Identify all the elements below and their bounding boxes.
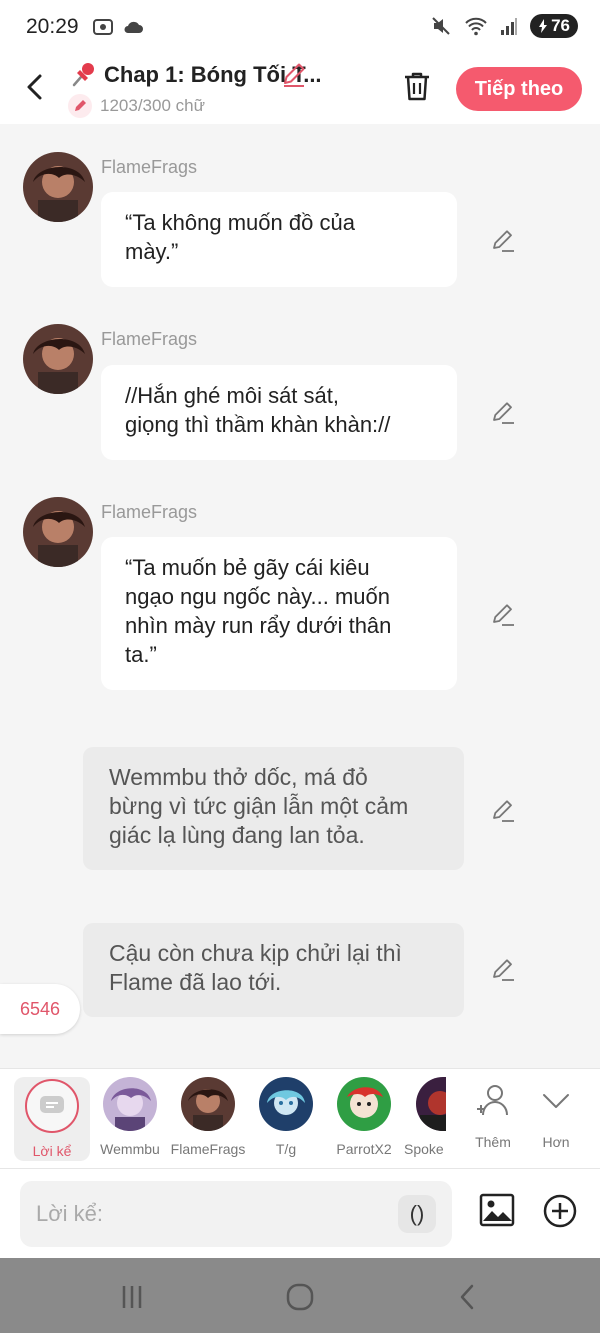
system-navigation-bar	[0, 1258, 600, 1333]
narration-line: giác lạ lùng đang lan tỏa.	[109, 822, 365, 848]
status-time: 20:29	[26, 15, 79, 38]
message-line: giọng thì thầm khàn khàn://	[125, 412, 391, 437]
narration-input-box[interactable]: ()	[20, 1181, 452, 1247]
character-label: Wemmbu	[100, 1141, 160, 1157]
message-bubble[interactable]: “Ta không muốn đồ của mày.”	[101, 192, 457, 287]
message-line: ngạo ngu ngốc này... muốn	[125, 584, 391, 609]
image-icon[interactable]	[478, 1191, 516, 1229]
pushpin-icon	[72, 63, 94, 87]
sender-name: FlameFrags	[101, 502, 198, 522]
edit-message-pencil-icon[interactable]	[490, 399, 516, 425]
chapter-title-row: Chap 1: Bóng Tối T...	[68, 60, 368, 90]
character-label: Lời kể	[32, 1143, 72, 1159]
avatar-tg	[259, 1077, 313, 1131]
battery-icon: 76	[530, 14, 578, 38]
avatar-flamefrags[interactable]	[23, 324, 93, 394]
narrator-icon	[25, 1079, 79, 1133]
narration-bubble[interactable]: Cậu còn chưa kịp chửi lại thì Flame đã l…	[83, 923, 464, 1017]
avatar-parrotx2	[337, 1077, 391, 1131]
avatar-flamefrags[interactable]	[23, 497, 93, 567]
plus-circle-icon[interactable]	[542, 1193, 578, 1229]
message-line: “Ta không muốn đồ của	[125, 210, 355, 235]
chat-area[interactable]: FlameFrags “Ta không muốn đồ của mày.” F…	[0, 124, 600, 1068]
narration-line: Wemmbu thở dốc, má đỏ	[109, 764, 368, 790]
signal-icon	[501, 18, 518, 35]
character-spoke[interactable]: Spoke	[404, 1077, 446, 1161]
character-selector-bar: Lời kể Wemmbu FlameFrags T/g ParrotX2 Sp…	[0, 1068, 600, 1168]
screenshot-icon	[93, 19, 113, 35]
narration-line: bừng vì tức giận lẫn một cảm	[109, 793, 409, 819]
narration-input[interactable]	[36, 1195, 386, 1233]
avatar-flamefrags	[181, 1077, 235, 1131]
edit-title-pencil-icon[interactable]	[280, 60, 308, 88]
add-person-icon	[477, 1085, 508, 1116]
message-line: nhìn mày run rẩy dưới thân	[125, 613, 392, 638]
word-count: 1203/300 chữ	[100, 96, 205, 115]
back-arrow-icon[interactable]	[20, 70, 50, 104]
chapter-header: Chap 1: Bóng Tối T... 1203/300 chữ Tiếp …	[0, 56, 600, 124]
edit-narration-pencil-icon[interactable]	[490, 797, 516, 823]
battery-level: 76	[551, 16, 570, 35]
mute-icon	[432, 17, 450, 35]
character-narrator[interactable]: Lời kể	[14, 1077, 90, 1161]
parentheses-button[interactable]: ()	[398, 1195, 436, 1233]
character-label: ParrotX2	[336, 1141, 392, 1157]
sender-name: FlameFrags	[101, 157, 198, 177]
edit-message-pencil-icon[interactable]	[490, 601, 516, 627]
avatar-flamefrags[interactable]	[23, 152, 93, 222]
message-line: ta.”	[125, 642, 157, 667]
character-label: Spoke	[404, 1141, 444, 1157]
narration-bubble[interactable]: Wemmbu thở dốc, má đỏ bừng vì tức giận l…	[83, 747, 464, 870]
message-line: “Ta muốn bẻ gãy cái kiêu	[125, 555, 370, 580]
character-label: FlameFrags	[170, 1141, 246, 1157]
chevron-down-icon	[543, 1094, 569, 1108]
avatar-spoke	[416, 1077, 446, 1131]
next-button[interactable]: Tiếp theo	[456, 67, 582, 111]
character-counter[interactable]: 6546	[0, 984, 80, 1034]
trash-icon[interactable]	[402, 70, 432, 102]
recent-apps-icon[interactable]	[117, 1282, 147, 1312]
sender-name: FlameFrags	[101, 329, 198, 349]
status-bar: 20:29 76	[0, 0, 600, 56]
add-character-button[interactable]: Thêm	[463, 1081, 523, 1150]
add-label: Thêm	[475, 1134, 511, 1150]
character-tg[interactable]: T/g	[248, 1077, 324, 1161]
character-parrotx2[interactable]: ParrotX2	[326, 1077, 402, 1161]
word-count-pencil-icon	[68, 94, 92, 118]
edit-narration-pencil-icon[interactable]	[490, 956, 516, 982]
character-label: T/g	[275, 1141, 297, 1157]
composer-bar: ()	[0, 1168, 600, 1258]
message-line: mày.”	[125, 239, 179, 264]
more-label: Hơn	[542, 1134, 570, 1150]
system-back-icon[interactable]	[453, 1282, 483, 1312]
character-wemmbu[interactable]: Wemmbu	[92, 1077, 168, 1161]
edit-message-pencil-icon[interactable]	[490, 227, 516, 253]
narration-line: Flame đã lao tới.	[109, 969, 282, 995]
character-flamefrags[interactable]: FlameFrags	[170, 1077, 246, 1161]
home-icon[interactable]	[285, 1282, 315, 1312]
message-line: //Hắn ghé môi sát sát,	[125, 383, 339, 408]
message-bubble[interactable]: “Ta muốn bẻ gãy cái kiêu ngạo ngu ngốc n…	[101, 537, 457, 690]
message-bubble[interactable]: //Hắn ghé môi sát sát, giọng thì thầm kh…	[101, 365, 457, 460]
avatar-wemmbu	[103, 1077, 157, 1131]
narration-line: Cậu còn chưa kịp chửi lại thì	[109, 940, 402, 966]
more-characters-button[interactable]: Hơn	[526, 1081, 586, 1150]
cloud-icon	[124, 21, 143, 33]
wifi-icon	[465, 17, 487, 36]
